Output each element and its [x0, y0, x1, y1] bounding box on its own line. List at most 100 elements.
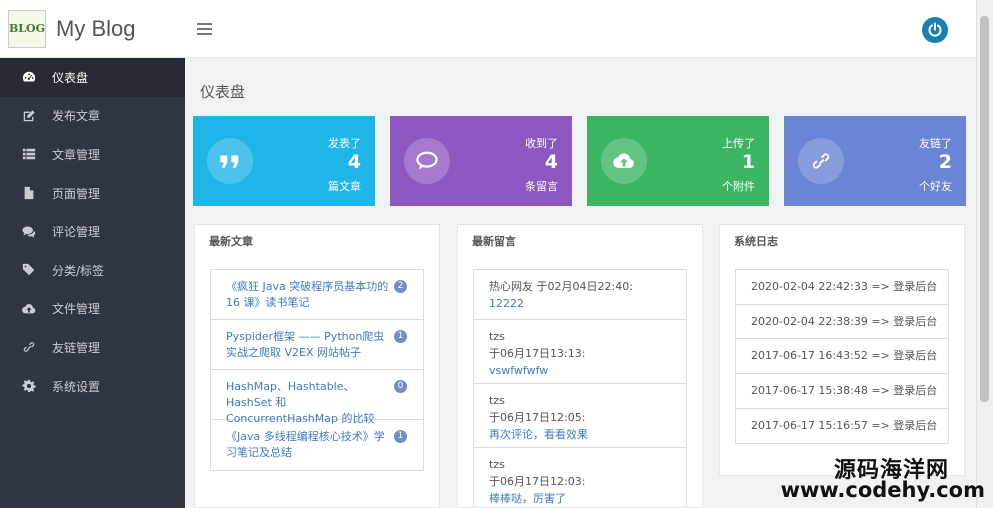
system-log-panel: 系统日志 2020-02-04 22:42:33 => 登录后台 2020-02… — [719, 224, 965, 476]
sidebar-item-links[interactable]: 友链管理 — [0, 328, 185, 367]
comment-text[interactable]: 再次评论，看看效果 — [489, 426, 671, 443]
sidebar-item-new-post[interactable]: 发布文章 — [0, 97, 185, 136]
sidebar-item-label: 文章管理 — [52, 147, 101, 162]
sidebar-item-label: 评论管理 — [52, 225, 101, 240]
comment-author: tzs — [489, 458, 505, 471]
comments-icon — [22, 225, 36, 239]
stat-unit: 个附件 — [722, 180, 755, 193]
vertical-scrollbar[interactable] — [976, 0, 993, 508]
sidebar-item-dashboard[interactable]: 仪表盘 — [0, 58, 185, 97]
watermark-url: www.codehy.com — [780, 478, 985, 502]
stat-unit: 篇文章 — [328, 180, 361, 193]
sidebar-item-label: 页面管理 — [52, 186, 101, 201]
stat-title: 友链了 — [919, 137, 952, 150]
article-link[interactable]: 《Java 多线程编程核心技术》学习笔记及总结 — [226, 430, 385, 459]
stat-value: 4 — [347, 151, 361, 173]
power-icon[interactable] — [922, 17, 948, 43]
stat-value: 2 — [938, 151, 952, 173]
stat-card-comments[interactable]: 收到了 4 条留言 — [390, 116, 572, 206]
article-link[interactable]: HashMap、Hashtable、HashSet 和 ConcurrentHa… — [226, 380, 375, 425]
comment-count-badge: 0 — [394, 380, 407, 393]
comment-time: 于06月17日12:03: — [489, 475, 586, 488]
sidebar-item-label: 系统设置 — [52, 379, 101, 394]
article-link[interactable]: 《疯狂 Java 突破程序员基本功的 16 课》读书笔记 — [226, 280, 388, 309]
sidebar-item-comments[interactable]: 评论管理 — [0, 212, 185, 251]
quote-icon — [207, 138, 253, 184]
cloud-upload-icon — [601, 138, 647, 184]
stat-card-uploads[interactable]: 上传了 1 个附件 — [587, 116, 769, 206]
sidebar-item-pages[interactable]: 页面管理 — [0, 174, 185, 213]
latest-articles-panel: 最新文章 《疯狂 Java 突破程序员基本功的 16 课》读书笔记 2 Pysp… — [194, 224, 440, 508]
sidebar-item-label: 友链管理 — [52, 340, 101, 355]
latest-comments-panel: 最新留言 热心网友 于02月04日22:40: 12222 tzs 于06月17… — [457, 224, 703, 508]
link-icon — [22, 340, 36, 354]
scrollbar-thumb[interactable] — [980, 16, 989, 402]
sidebar: BLOG My Blog 仪表盘 发布文章 文章管理 页面管理 评论管理 分类/… — [0, 0, 185, 508]
brand[interactable]: BLOG My Blog — [0, 0, 185, 58]
stat-value: 1 — [741, 151, 755, 173]
list-item[interactable]: tzs 于06月17日12:03: 棒棒哒，厉害了 — [474, 448, 686, 508]
list-item: 2017-06-17 16:43:52 => 登录后台 — [736, 339, 948, 375]
comments-icon — [404, 138, 450, 184]
list-item[interactable]: tzs 于06月17日13:13: vswfwfwfw — [474, 320, 686, 384]
sidebar-item-files[interactable]: 文件管理 — [0, 290, 185, 329]
list-icon — [22, 147, 36, 161]
blog-logo: BLOG — [8, 9, 46, 48]
comment-count-badge: 1 — [394, 430, 407, 443]
comment-count-badge: 2 — [394, 280, 407, 293]
comment-time: 于06月17日12:05: — [489, 411, 586, 424]
list-item: 2017-06-17 15:38:48 => 登录后台 — [736, 374, 948, 409]
page-title: 仪表盘 — [200, 83, 246, 101]
panel-title: 最新留言 — [472, 235, 516, 248]
list-item[interactable]: tzs 于06月17日12:05: 再次评论，看看效果 — [474, 384, 686, 448]
log-list: 2020-02-04 22:42:33 => 登录后台 2020-02-04 2… — [735, 269, 949, 445]
stat-card-links[interactable]: 友链了 2 个好友 — [784, 116, 966, 206]
file-icon — [22, 186, 36, 200]
comment-author: tzs — [489, 394, 505, 407]
comment-list: 热心网友 于02月04日22:40: 12222 tzs 于06月17日13:1… — [473, 269, 687, 508]
stat-title: 收到了 — [525, 137, 558, 150]
hamburger-menu-icon[interactable] — [197, 23, 212, 35]
edit-icon — [22, 109, 36, 123]
top-bar — [185, 0, 976, 58]
list-item: 2020-02-04 22:38:39 => 登录后台 — [736, 305, 948, 340]
brand-name: My Blog — [56, 15, 136, 41]
main-content: 仪表盘 发表了 4 篇文章 收到了 4 条留言 上传了 1 个附件 友链了 2 … — [185, 58, 976, 508]
list-item: 2020-02-04 22:42:33 => 登录后台 — [736, 270, 948, 305]
list-item: 2017-06-17 15:16:57 => 登录后台 — [751, 418, 938, 432]
list-item[interactable]: Pyspider框架 —— Python爬虫实战之爬取 V2EX 网站帖子 1 — [211, 320, 423, 370]
sidebar-item-label: 文件管理 — [52, 302, 101, 317]
sidebar-item-label: 发布文章 — [52, 109, 101, 124]
comment-time: 于06月17日13:13: — [489, 347, 586, 360]
stat-title: 发表了 — [328, 137, 361, 150]
stat-value: 4 — [544, 151, 558, 173]
list-item[interactable]: 热心网友 于02月04日22:40: 12222 — [474, 270, 686, 320]
tags-icon — [22, 263, 36, 277]
article-link[interactable]: Pyspider框架 —— Python爬虫实战之爬取 V2EX 网站帖子 — [226, 330, 384, 359]
stat-title: 上传了 — [722, 137, 755, 150]
sidebar-item-settings[interactable]: 系统设置 — [0, 367, 185, 406]
stat-card-posts[interactable]: 发表了 4 篇文章 — [193, 116, 375, 206]
cloud-upload-icon — [22, 302, 36, 316]
comment-count-badge: 1 — [394, 330, 407, 343]
list-item[interactable]: 《Java 多线程编程核心技术》学习笔记及总结 1 — [211, 420, 423, 470]
sidebar-item-label: 仪表盘 — [52, 70, 89, 85]
article-list: 《疯狂 Java 突破程序员基本功的 16 课》读书笔记 2 Pyspider框… — [210, 269, 424, 471]
comment-author: 热心网友 于02月04日22:40: — [489, 280, 633, 293]
sidebar-nav: 仪表盘 发布文章 文章管理 页面管理 评论管理 分类/标签 文件管理 友链管理 — [0, 58, 185, 405]
list-item[interactable]: HashMap、Hashtable、HashSet 和 ConcurrentHa… — [211, 370, 423, 425]
panel-title: 最新文章 — [209, 235, 253, 248]
sidebar-item-categories[interactable]: 分类/标签 — [0, 251, 185, 290]
list-item[interactable]: 《疯狂 Java 突破程序员基本功的 16 课》读书笔记 2 — [211, 270, 423, 320]
comment-author: tzs — [489, 330, 505, 343]
stat-unit: 个好友 — [919, 180, 952, 193]
sidebar-item-label: 分类/标签 — [52, 263, 105, 278]
comment-text[interactable]: 12222 — [489, 295, 671, 312]
sidebar-item-posts[interactable]: 文章管理 — [0, 135, 185, 174]
comment-text[interactable]: 棒棒哒，厉害了 — [489, 490, 671, 507]
link-icon — [798, 138, 844, 184]
comment-text[interactable]: vswfwfwfw — [489, 362, 671, 379]
gear-icon — [22, 379, 36, 393]
stat-unit: 条留言 — [525, 180, 558, 193]
dashboard-icon — [22, 70, 36, 84]
